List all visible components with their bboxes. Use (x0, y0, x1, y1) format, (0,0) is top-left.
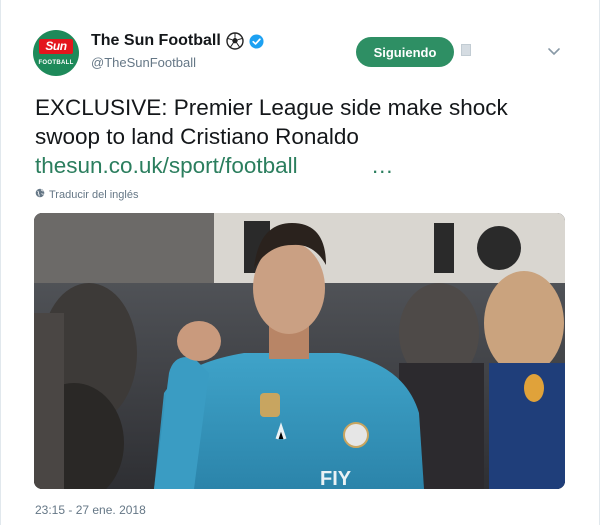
verified-badge-icon (249, 33, 264, 49)
avatar-brand-top: Sun (39, 39, 73, 54)
translate-link[interactable]: Traducir del inglés (35, 188, 138, 201)
avatar-brand-bottom: FOOTBALL (38, 60, 74, 66)
soccer-ball-icon (226, 32, 244, 50)
jersey-text: FIY (320, 468, 352, 489)
account-name-row[interactable]: The Sun Football (91, 32, 264, 50)
tweet-timestamp[interactable]: 23:15 - 27 ene. 2018 (35, 503, 146, 517)
account-handle[interactable]: @TheSunFootball (91, 55, 196, 70)
chevron-down-icon[interactable] (545, 44, 563, 58)
globe-icon (35, 188, 45, 201)
translate-label: Traducir del inglés (49, 188, 139, 201)
tweet-text: EXCLUSIVE: Premier League side make shoc… (35, 95, 508, 149)
account-name[interactable]: The Sun Football (91, 32, 221, 50)
link-ellipsis: … (371, 153, 394, 178)
tweet-card: Sun FOOTBALL The Sun Football @TheSunFoo… (0, 0, 600, 525)
page-icon (461, 44, 471, 56)
avatar[interactable]: Sun FOOTBALL (33, 30, 79, 76)
following-button[interactable]: Siguiendo (356, 37, 454, 67)
tweet-link[interactable]: thesun.co.uk/sport/football (35, 151, 298, 180)
tweet-photo[interactable]: FIY (34, 213, 565, 489)
